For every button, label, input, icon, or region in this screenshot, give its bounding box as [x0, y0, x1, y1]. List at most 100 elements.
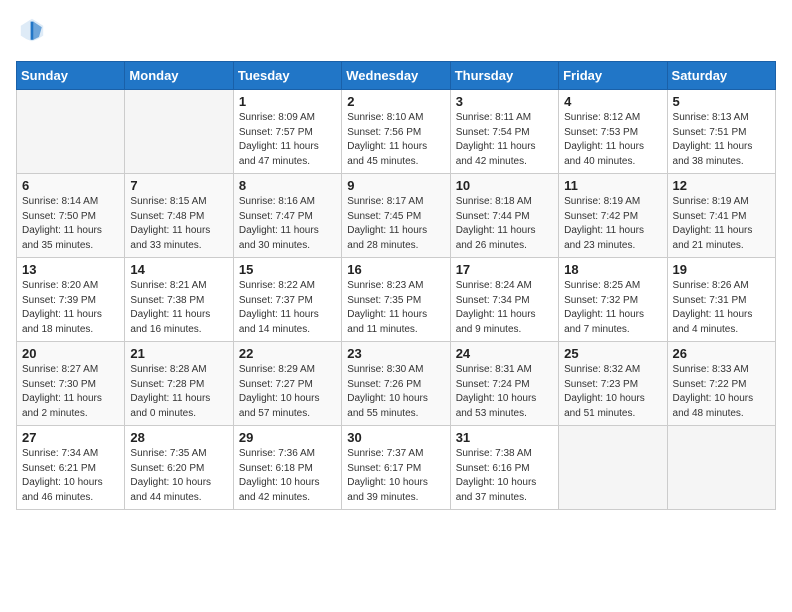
day-number: 25	[564, 346, 661, 361]
day-info: Sunrise: 8:22 AM Sunset: 7:37 PM Dayligh…	[239, 279, 336, 337]
calendar-cell: 24 Sunrise: 8:31 AM Sunset: 7:24 PM Dayli…	[450, 342, 558, 426]
day-number: 28	[130, 430, 227, 445]
day-number: 4	[564, 94, 661, 109]
day-info: Sunrise: 8:23 AM Sunset: 7:35 PM Dayligh…	[347, 279, 444, 337]
day-info: Sunrise: 8:31 AM Sunset: 7:24 PM Dayligh…	[456, 363, 553, 421]
day-number: 22	[239, 346, 336, 361]
day-info: Sunrise: 8:13 AM Sunset: 7:51 PM Dayligh…	[673, 111, 770, 169]
logo	[16, 16, 48, 49]
day-info: Sunrise: 8:24 AM Sunset: 7:34 PM Dayligh…	[456, 279, 553, 337]
day-number: 3	[456, 94, 553, 109]
calendar-cell: 1 Sunrise: 8:09 AM Sunset: 7:57 PM Daylig…	[233, 90, 341, 174]
day-info: Sunrise: 7:37 AM Sunset: 6:17 PM Dayligh…	[347, 447, 444, 505]
calendar-cell: 3Sunrise: 8:11 AM Sunset: 7:54 PM Daylig…	[450, 90, 558, 174]
calendar-cell: 8Sunrise: 8:16 AM Sunset: 7:47 PM Daylig…	[233, 174, 341, 258]
calendar-cell: 12Sunrise: 8:19 AM Sunset: 7:41 PM Dayli…	[667, 174, 775, 258]
calendar-cell: 31 Sunrise: 7:38 AM Sunset: 6:16 PM Dayli…	[450, 426, 558, 510]
day-info: Sunrise: 7:34 AM Sunset: 6:21 PM Dayligh…	[22, 447, 119, 505]
calendar-cell: 15 Sunrise: 8:22 AM Sunset: 7:37 PM Dayli…	[233, 258, 341, 342]
day-info: Sunrise: 8:30 AM Sunset: 7:26 PM Dayligh…	[347, 363, 444, 421]
day-info: Sunrise: 8:26 AM Sunset: 7:31 PM Dayligh…	[673, 279, 770, 337]
day-info: Sunrise: 8:16 AM Sunset: 7:47 PM Dayligh…	[239, 195, 336, 253]
day-info: Sunrise: 8:18 AM Sunset: 7:44 PM Dayligh…	[456, 195, 553, 253]
day-number: 26	[673, 346, 770, 361]
calendar-week-row: 6 Sunrise: 8:14 AM Sunset: 7:50 PM Daylig…	[17, 174, 776, 258]
calendar-cell: 11Sunrise: 8:19 AM Sunset: 7:42 PM Dayli…	[559, 174, 667, 258]
day-info: Sunrise: 8:28 AM Sunset: 7:28 PM Dayligh…	[130, 363, 227, 421]
weekday-header: Monday	[125, 62, 233, 90]
day-number: 5	[673, 94, 770, 109]
calendar-table: SundayMondayTuesdayWednesdayThursdayFrid…	[16, 61, 776, 510]
calendar-cell: 17 Sunrise: 8:24 AM Sunset: 7:34 PM Dayli…	[450, 258, 558, 342]
day-number: 7	[130, 178, 227, 193]
day-number: 11	[564, 178, 661, 193]
day-number: 20	[22, 346, 119, 361]
day-number: 1	[239, 94, 336, 109]
calendar-cell: 21 Sunrise: 8:28 AM Sunset: 7:28 PM Dayli…	[125, 342, 233, 426]
weekday-header: Friday	[559, 62, 667, 90]
page-container: SundayMondayTuesdayWednesdayThursdayFrid…	[0, 0, 792, 522]
calendar-cell: 25 Sunrise: 8:32 AM Sunset: 7:23 PM Dayli…	[559, 342, 667, 426]
calendar-cell: 5 Sunrise: 8:13 AM Sunset: 7:51 PM Daylig…	[667, 90, 775, 174]
day-number: 15	[239, 262, 336, 277]
calendar-cell: 30 Sunrise: 7:37 AM Sunset: 6:17 PM Dayli…	[342, 426, 450, 510]
day-info: Sunrise: 7:36 AM Sunset: 6:18 PM Dayligh…	[239, 447, 336, 505]
calendar-week-row: 20 Sunrise: 8:27 AM Sunset: 7:30 PM Dayli…	[17, 342, 776, 426]
day-info: Sunrise: 8:33 AM Sunset: 7:22 PM Dayligh…	[673, 363, 770, 421]
calendar-cell: 22 Sunrise: 8:29 AM Sunset: 7:27 PM Dayli…	[233, 342, 341, 426]
weekday-header: Sunday	[17, 62, 125, 90]
calendar-cell: 27Sunrise: 7:34 AM Sunset: 6:21 PM Dayli…	[17, 426, 125, 510]
calendar-cell	[125, 90, 233, 174]
calendar-cell: 20 Sunrise: 8:27 AM Sunset: 7:30 PM Dayli…	[17, 342, 125, 426]
calendar-cell: 16 Sunrise: 8:23 AM Sunset: 7:35 PM Dayli…	[342, 258, 450, 342]
calendar-cell	[17, 90, 125, 174]
day-info: Sunrise: 8:12 AM Sunset: 7:53 PM Dayligh…	[564, 111, 661, 169]
day-info: Sunrise: 7:38 AM Sunset: 6:16 PM Dayligh…	[456, 447, 553, 505]
day-number: 6	[22, 178, 119, 193]
day-info: Sunrise: 7:35 AM Sunset: 6:20 PM Dayligh…	[130, 447, 227, 505]
calendar-cell	[559, 426, 667, 510]
day-number: 2	[347, 94, 444, 109]
day-number: 17	[456, 262, 553, 277]
calendar-week-row: 13Sunrise: 8:20 AM Sunset: 7:39 PM Dayli…	[17, 258, 776, 342]
day-info: Sunrise: 8:25 AM Sunset: 7:32 PM Dayligh…	[564, 279, 661, 337]
calendar-cell: 19 Sunrise: 8:26 AM Sunset: 7:31 PM Dayli…	[667, 258, 775, 342]
day-number: 24	[456, 346, 553, 361]
calendar-cell: 4 Sunrise: 8:12 AM Sunset: 7:53 PM Daylig…	[559, 90, 667, 174]
day-number: 21	[130, 346, 227, 361]
weekday-header: Wednesday	[342, 62, 450, 90]
day-number: 14	[130, 262, 227, 277]
calendar-cell: 6 Sunrise: 8:14 AM Sunset: 7:50 PM Daylig…	[17, 174, 125, 258]
calendar-header-row: SundayMondayTuesdayWednesdayThursdayFrid…	[17, 62, 776, 90]
calendar-cell: 29Sunrise: 7:36 AM Sunset: 6:18 PM Dayli…	[233, 426, 341, 510]
weekday-header: Tuesday	[233, 62, 341, 90]
day-info: Sunrise: 8:15 AM Sunset: 7:48 PM Dayligh…	[130, 195, 227, 253]
day-number: 10	[456, 178, 553, 193]
calendar-cell: 23Sunrise: 8:30 AM Sunset: 7:26 PM Dayli…	[342, 342, 450, 426]
calendar-week-row: 1 Sunrise: 8:09 AM Sunset: 7:57 PM Daylig…	[17, 90, 776, 174]
day-info: Sunrise: 8:09 AM Sunset: 7:57 PM Dayligh…	[239, 111, 336, 169]
calendar-week-row: 27Sunrise: 7:34 AM Sunset: 6:21 PM Dayli…	[17, 426, 776, 510]
day-number: 18	[564, 262, 661, 277]
calendar-cell: 2 Sunrise: 8:10 AM Sunset: 7:56 PM Daylig…	[342, 90, 450, 174]
day-info: Sunrise: 8:32 AM Sunset: 7:23 PM Dayligh…	[564, 363, 661, 421]
day-info: Sunrise: 8:14 AM Sunset: 7:50 PM Dayligh…	[22, 195, 119, 253]
day-info: Sunrise: 8:29 AM Sunset: 7:27 PM Dayligh…	[239, 363, 336, 421]
day-number: 31	[456, 430, 553, 445]
logo-icon	[18, 16, 46, 44]
day-number: 19	[673, 262, 770, 277]
day-info: Sunrise: 8:19 AM Sunset: 7:41 PM Dayligh…	[673, 195, 770, 253]
calendar-cell: 26 Sunrise: 8:33 AM Sunset: 7:22 PM Dayli…	[667, 342, 775, 426]
day-number: 30	[347, 430, 444, 445]
calendar-cell: 9Sunrise: 8:17 AM Sunset: 7:45 PM Daylig…	[342, 174, 450, 258]
day-number: 13	[22, 262, 119, 277]
calendar-cell: 13Sunrise: 8:20 AM Sunset: 7:39 PM Dayli…	[17, 258, 125, 342]
day-info: Sunrise: 8:21 AM Sunset: 7:38 PM Dayligh…	[130, 279, 227, 337]
day-info: Sunrise: 8:10 AM Sunset: 7:56 PM Dayligh…	[347, 111, 444, 169]
calendar-cell: 18 Sunrise: 8:25 AM Sunset: 7:32 PM Dayli…	[559, 258, 667, 342]
day-number: 16	[347, 262, 444, 277]
weekday-header: Saturday	[667, 62, 775, 90]
calendar-cell: 28 Sunrise: 7:35 AM Sunset: 6:20 PM Dayli…	[125, 426, 233, 510]
header	[16, 16, 776, 49]
day-info: Sunrise: 8:27 AM Sunset: 7:30 PM Dayligh…	[22, 363, 119, 421]
